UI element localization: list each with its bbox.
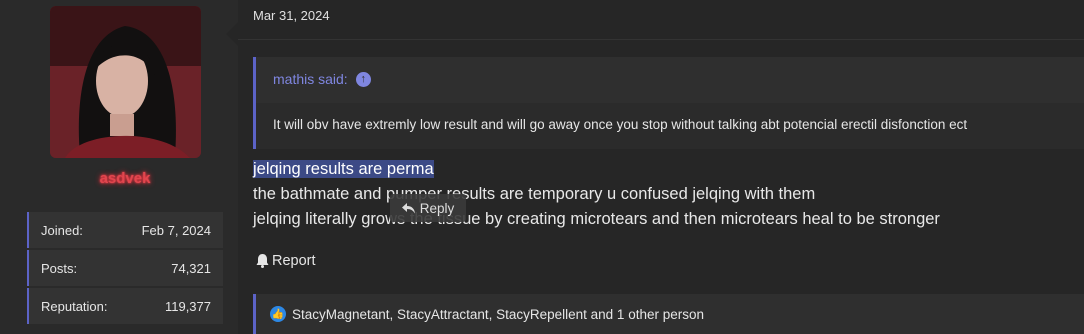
report-label: Report bbox=[272, 253, 316, 269]
stat-joined: Joined: Feb 7, 2024 bbox=[27, 212, 223, 248]
message-line-2: the bathmate and pumper results are temp… bbox=[253, 185, 816, 203]
post-date[interactable]: Mar 31, 2024 bbox=[253, 8, 330, 23]
stat-label: Posts: bbox=[41, 260, 78, 276]
stat-label: Joined: bbox=[41, 222, 83, 238]
stat-label: Reputation: bbox=[41, 298, 108, 314]
like-icon: 👍 bbox=[270, 306, 286, 322]
stat-value: 74,321 bbox=[171, 260, 211, 276]
reactions-bar: 👍 StacyMagnetant, StacyAttractant, Stacy… bbox=[253, 294, 1084, 334]
quote-content: It will obv have extremly low result and… bbox=[256, 103, 1084, 149]
selected-text: jelqing results are perma bbox=[253, 160, 434, 178]
quote-author[interactable]: mathis said: bbox=[273, 71, 348, 87]
post-pointer-arrow bbox=[226, 22, 238, 46]
reply-label: Reply bbox=[419, 200, 455, 216]
up-arrow-circle-icon[interactable]: ↑ bbox=[355, 71, 371, 87]
quote-text: It will obv have extremly low result and… bbox=[273, 117, 968, 132]
username[interactable]: asdvek bbox=[0, 170, 250, 187]
quote-header[interactable]: mathis said: ↑ bbox=[273, 71, 371, 87]
user-sidebar: asdvek Joined: Feb 7, 2024 Posts: 74,321… bbox=[0, 0, 238, 334]
stat-posts: Posts: 74,321 bbox=[27, 250, 223, 286]
header-divider bbox=[238, 39, 1084, 40]
message-line-3: jelqing literally grows the tissue by cr… bbox=[253, 210, 940, 228]
stat-value: Feb 7, 2024 bbox=[141, 222, 211, 238]
avatar[interactable] bbox=[50, 6, 201, 158]
bell-icon bbox=[256, 254, 269, 268]
reactions-summary[interactable]: 👍 StacyMagnetant, StacyAttractant, Stacy… bbox=[270, 306, 704, 322]
message-line-1: jelqing results are perma bbox=[253, 160, 434, 179]
reactions-text[interactable]: StacyMagnetant, StacyAttractant, StacyRe… bbox=[292, 307, 704, 322]
stat-value: 119,377 bbox=[164, 298, 211, 314]
quick-reply-button[interactable]: Reply bbox=[390, 194, 466, 222]
reply-arrow-icon bbox=[401, 202, 415, 213]
stat-reputation: Reputation: 119,377 bbox=[27, 288, 223, 324]
report-link[interactable]: Report bbox=[256, 253, 316, 269]
quote-block: mathis said: ↑ It will obv have extremly… bbox=[253, 57, 1084, 149]
